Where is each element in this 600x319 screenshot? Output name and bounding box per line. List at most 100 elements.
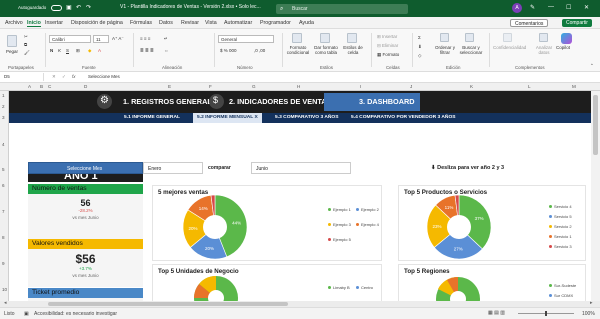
subnav-informe-mensual[interactable]: 5.2 INFORME MENSUAL X [193,113,262,123]
cell-styles-label[interactable]: Estilos de celda [342,45,364,55]
nav-registros-generales[interactable]: 1. REGISTROS GENERALES [123,97,222,106]
enter-icon[interactable]: ✓ [62,74,66,80]
column-header[interactable]: C [48,84,51,89]
menu-formulas[interactable]: Fórmulas [130,20,152,26]
column-header[interactable]: G [252,84,256,89]
merge-icon[interactable]: ⇔ [164,48,169,53]
share-button[interactable]: Compartir [562,19,592,27]
menu-disposicion[interactable]: Disposición de página [71,20,123,26]
accessibility-status[interactable]: Accesibilidad: es necesario investigar [34,311,117,317]
row-header[interactable]: 10 [2,287,7,292]
font-grow-icon[interactable]: A⁺ A⁻ [112,36,124,42]
menu-archivo[interactable]: Archivo [5,20,23,26]
menu-datos[interactable]: Datos [159,20,173,26]
name-box[interactable]: D5 [2,73,44,81]
column-header[interactable]: E [168,84,171,89]
menu-revisar[interactable]: Revisar [181,20,199,26]
compare-month-select[interactable]: Junio [251,162,351,174]
format-painter-icon[interactable]: 🖌 [24,50,30,56]
sort-filter-icon[interactable] [440,33,449,42]
sensitivity-icon[interactable] [503,33,512,42]
sensitivity-label[interactable]: Confidencialidad [493,45,526,50]
italic-icon[interactable]: K [58,48,61,53]
copilot-icon[interactable] [561,33,572,44]
subnav-comparativo-3-anos[interactable]: 5.3 COMPARATIVO 3 AÑOS [275,115,339,120]
decimal-icon[interactable]: ,0 ,00 [254,48,265,53]
find-label[interactable]: Buscar y seleccionar [458,45,484,55]
menu-automatizar[interactable]: Automatizar [224,20,252,26]
normal-view-icon[interactable]: ▦ ▤ ▥ [488,310,505,316]
number-format-select[interactable]: General [218,35,274,43]
conditional-format-label[interactable]: Formato condicional [286,45,310,55]
clear-icon[interactable]: ◇ [418,53,421,59]
subnav-comparativo-vendedor[interactable]: 5.4 COMPARATIVO POR VENDEDOR 3 AÑOS [351,115,456,120]
menu-insertar[interactable]: Insertar [45,20,63,26]
column-header[interactable]: J [410,84,412,89]
row-header[interactable]: 8 [2,235,5,240]
cell-styles-icon[interactable] [347,33,357,43]
align-top-icon[interactable]: ≡ ≡ ≡ [140,36,150,41]
menu-programador[interactable]: Programador [260,20,291,26]
autosave-toggle[interactable] [51,5,62,11]
delete-cells-button[interactable]: ⊟ Eliminar [377,43,398,49]
cancel-icon[interactable]: ✕ [52,74,56,80]
font-size-select[interactable]: 11 [93,35,109,43]
column-header[interactable]: M [572,84,576,89]
zoom-slider-thumb[interactable] [545,311,547,316]
font-color-icon[interactable]: A [98,48,101,53]
minimize-icon[interactable]: — [548,4,554,10]
zoom-level[interactable]: 100% [582,311,595,317]
column-header[interactable]: F [209,84,212,89]
sort-filter-label[interactable]: Ordenar y filtrar [434,45,456,55]
fill-icon[interactable]: ⬇ [418,44,422,50]
column-header[interactable]: H [297,84,300,89]
vertical-scrollbar[interactable] [591,91,600,301]
column-header[interactable]: L [528,84,531,89]
font-name-select[interactable]: Calibri [49,35,91,43]
underline-icon[interactable]: S [66,48,69,53]
analyze-data-label[interactable]: Analizar datos [533,45,555,55]
scroll-left-icon[interactable]: ◂ [4,300,7,306]
align-left-icon[interactable]: ≣ ≣ ≣ [140,48,154,54]
format-table-label[interactable]: Dar formato como tabla [312,45,340,55]
scroll-right-icon[interactable]: ▸ [590,300,593,306]
redo-icon[interactable]: ↷ [86,4,91,11]
fx-icon[interactable]: fx [72,74,76,79]
row-header[interactable]: 5 [2,167,5,172]
maximize-icon[interactable]: ☐ [566,4,571,11]
worksheet[interactable]: ⚙ 1. REGISTROS GENERALES $ 2. INDICADORE… [9,91,591,301]
vertical-scroll-thumb[interactable] [593,95,598,155]
collapse-ribbon-icon[interactable]: ⌃ [590,63,594,69]
row-header[interactable]: 1 [2,93,5,98]
analyze-data-icon[interactable] [539,33,548,42]
sum-icon[interactable]: Σ [418,35,421,40]
column-header[interactable]: I [360,84,361,89]
column-header[interactable]: D [84,84,87,89]
nav-dashboard[interactable]: 3. DASHBOARD [359,97,415,106]
bold-icon[interactable]: N [50,48,53,53]
wrap-text-icon[interactable]: ↵ [164,36,168,42]
insert-cells-button[interactable]: ⊞ Insertar [377,34,397,40]
save-icon[interactable]: ▣ [66,4,72,11]
month-select[interactable]: Enero [143,162,203,174]
column-header[interactable]: A [28,84,31,89]
avatar[interactable]: A [512,3,522,13]
format-cells-button[interactable]: ▦ Formato [377,52,399,58]
row-header[interactable]: 2 [2,104,5,109]
search-box[interactable]: ⌕ Buscar [276,4,408,14]
copy-icon[interactable]: ⧉ [24,42,27,47]
currency-icon[interactable]: $ % 000 [220,48,237,53]
row-header[interactable]: 7 [2,209,5,214]
conditional-format-icon[interactable] [292,33,302,43]
comments-button[interactable]: Comentarios [510,19,549,27]
column-header[interactable]: B [40,84,43,89]
paste-icon[interactable] [7,35,17,47]
undo-icon[interactable]: ↶ [76,4,81,11]
row-header[interactable]: 9 [2,261,5,266]
row-header[interactable]: 3 [2,115,5,120]
copilot-label[interactable]: Copilot [556,45,570,50]
column-header[interactable]: K [470,84,473,89]
pen-icon[interactable]: ✎ [530,4,535,11]
menu-ayuda[interactable]: Ayuda [299,20,314,26]
cut-icon[interactable]: ✂ [24,34,28,40]
